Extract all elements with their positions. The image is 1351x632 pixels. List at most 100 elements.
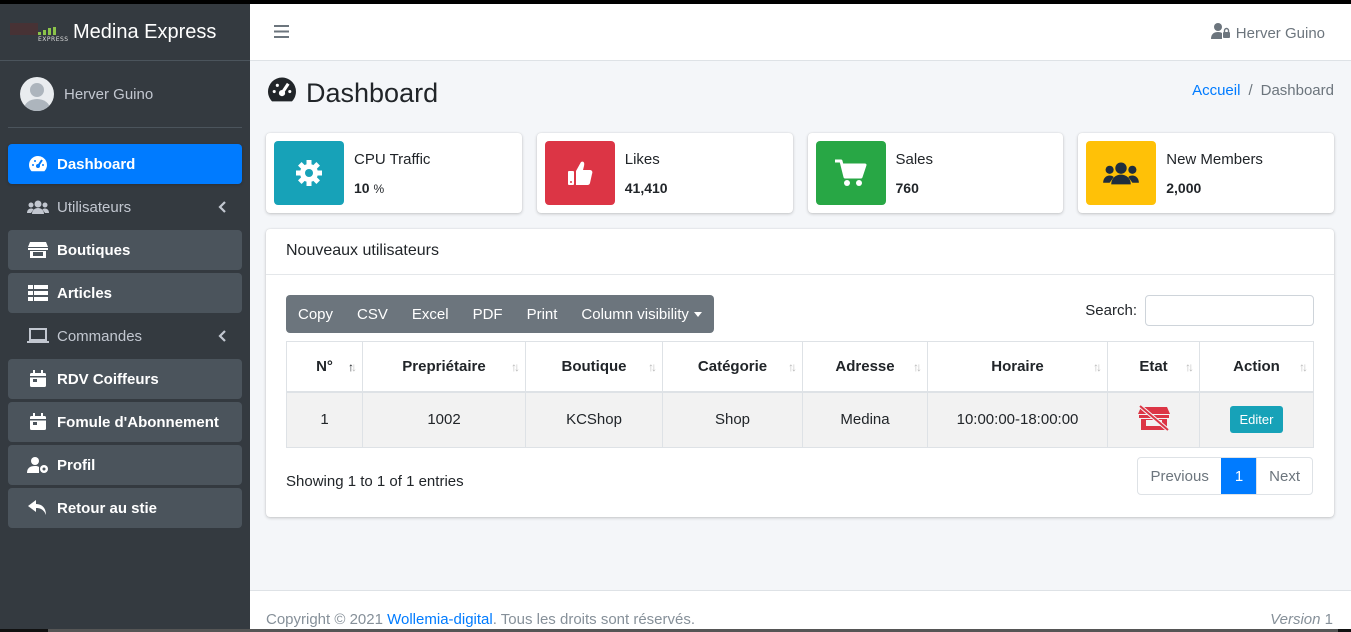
csv-button[interactable]: CSV — [345, 295, 400, 333]
breadcrumb: Accueil / Dashboard — [1192, 82, 1334, 99]
sidebar-item-commandes[interactable]: Commandes — [8, 316, 242, 356]
list-icon — [26, 283, 50, 303]
shopping-cart-icon — [815, 141, 886, 205]
sidebar-nav: Dashboard Utilisateurs Boutiques Article… — [0, 128, 250, 528]
column-header-category[interactable]: Catégorie ↑↓ — [662, 341, 803, 393]
cell-address: Medina — [802, 391, 928, 448]
chevron-left-icon — [218, 329, 226, 346]
cell-hours: 10:00:00-18:00:00 — [927, 391, 1108, 448]
user-lock-icon — [1210, 23, 1236, 43]
sort-icon: ↑↓ — [1299, 360, 1308, 374]
info-box-label: New Members — [1166, 150, 1263, 168]
sidebar-item-fomule-abonnement[interactable]: Fomule d'Abonnement — [8, 402, 242, 442]
excel-button[interactable]: Excel — [400, 295, 461, 333]
users-icon — [26, 197, 50, 217]
tachometer-icon — [266, 76, 306, 111]
user-name[interactable]: Herver Guino — [64, 86, 153, 103]
info-box-sales: Sales 760 — [807, 133, 1064, 213]
cell-action: Editer — [1199, 391, 1314, 448]
breadcrumb-link-accueil[interactable]: Accueil — [1192, 82, 1240, 99]
search-label: Search: — [1085, 302, 1137, 319]
search-input[interactable] — [1145, 295, 1314, 326]
info-box-value: 41,410 — [624, 179, 668, 196]
avatar — [20, 77, 54, 111]
header-user-menu[interactable]: Herver Guino — [1210, 23, 1325, 43]
sidebar-item-profil[interactable]: Profil — [8, 445, 242, 485]
column-header-action[interactable]: Action ↑↓ — [1199, 341, 1314, 393]
sidebar-item-boutiques[interactable]: Boutiques — [8, 230, 242, 270]
export-button-group: Copy CSV Excel PDF Print Column visibili… — [286, 295, 714, 333]
column-header-shop[interactable]: Boutique ↑↓ — [525, 341, 663, 393]
company-link[interactable]: Wollemia-digital — [387, 611, 493, 628]
info-box-cpu-traffic: CPU Traffic 10 % — [266, 133, 522, 213]
column-visibility-button[interactable]: Column visibility — [569, 295, 714, 333]
thumbs-up-icon — [544, 141, 615, 205]
store-closed-icon — [1137, 404, 1170, 435]
sidebar-item-retour[interactable]: Retour au stie — [8, 488, 242, 528]
previous-page-button[interactable]: Previous — [1138, 458, 1220, 494]
brand-name: Medina Express — [73, 20, 217, 43]
column-header-address[interactable]: Adresse ↑↓ — [802, 341, 928, 393]
info-box-value: 760 — [895, 179, 919, 196]
info-box-label: CPU Traffic — [354, 150, 431, 168]
store-icon — [26, 240, 50, 260]
window-top-strip — [0, 0, 1351, 4]
new-users-card: Nouveaux utilisateurs Copy CSV Excel PDF… — [266, 229, 1334, 517]
cell-shop: KCShop — [525, 391, 663, 448]
info-box-value: 10 % — [354, 179, 385, 196]
top-navbar: Herver Guino — [250, 4, 1351, 61]
calendar-icon — [26, 412, 50, 432]
sidebar-item-dashboard[interactable]: Dashboard — [8, 144, 242, 184]
cell-owner: 1002 — [362, 391, 526, 448]
sidebar-item-rdv-coiffeurs[interactable]: RDV Coiffeurs — [8, 359, 242, 399]
laptop-icon — [26, 326, 50, 346]
print-button[interactable]: Print — [515, 295, 570, 333]
sort-icon: ↑↓ — [913, 360, 922, 374]
column-header-num[interactable]: N° ↑↓ — [286, 341, 363, 393]
version-info: Version 1 — [1270, 611, 1333, 628]
gear-icon — [274, 141, 344, 205]
reply-icon — [26, 498, 50, 518]
sidebar-item-utilisateurs[interactable]: Utilisateurs — [8, 187, 242, 227]
content-header: Dashboard Accueil / Dashboard — [266, 76, 1334, 112]
user-cog-icon — [26, 455, 50, 475]
pdf-button[interactable]: PDF — [461, 295, 515, 333]
sort-icon: ↑↓ — [511, 360, 520, 374]
footer: Copyright © 2021 Wollemia-digital. Tous … — [250, 590, 1351, 632]
page-title: Dashboard — [266, 76, 438, 111]
info-box-new-members: New Members 2,000 — [1078, 133, 1334, 213]
page-1-button[interactable]: 1 — [1220, 458, 1257, 494]
sort-asc-icon: ↑↓ — [348, 360, 357, 374]
brand-link[interactable]: EXPRESS Medina Express — [0, 4, 250, 61]
breadcrumb-current: Dashboard — [1260, 82, 1334, 99]
sort-icon: ↑↓ — [788, 360, 797, 374]
cell-state — [1107, 391, 1200, 448]
sort-icon: ↑↓ — [1185, 360, 1194, 374]
copy-button[interactable]: Copy — [286, 295, 345, 333]
next-page-button[interactable]: Next — [1256, 458, 1312, 494]
tachometer-icon — [26, 154, 50, 174]
info-boxes: CPU Traffic 10 % Likes 41,410 Sales 760 … — [266, 133, 1334, 213]
column-header-state[interactable]: Etat ↑↓ — [1107, 341, 1200, 393]
calendar-icon — [26, 369, 50, 389]
table-header-row: N° ↑↓ Prepriétaire ↑↓ Boutique ↑↓ Catégorie… — [286, 341, 1314, 393]
table-search: Search: — [1085, 295, 1314, 326]
copyright: Copyright © 2021 Wollemia-digital. Tous … — [266, 611, 696, 628]
pagination: Previous 1 Next — [1137, 457, 1313, 495]
page-title-text: Dashboard — [306, 78, 439, 108]
column-header-owner[interactable]: Prepriétaire ↑↓ — [362, 341, 526, 393]
card-title: Nouveaux utilisateurs — [266, 229, 1334, 275]
edit-button[interactable]: Editer — [1229, 406, 1284, 434]
brand-logo: EXPRESS — [8, 21, 68, 43]
table-row: 1 1002 KCShop Shop Medina 10:00:00-18:00… — [286, 391, 1314, 448]
chevron-left-icon — [218, 200, 226, 217]
column-header-hours[interactable]: Horaire ↑↓ — [927, 341, 1108, 393]
users-table: N° ↑↓ Prepriétaire ↑↓ Boutique ↑↓ Catégorie… — [286, 341, 1314, 448]
info-box-likes: Likes 41,410 — [536, 133, 793, 213]
table-info: Showing 1 to 1 of 1 entries — [286, 473, 464, 490]
sidebar-item-articles[interactable]: Articles — [8, 273, 242, 313]
user-panel[interactable]: Herver Guino — [8, 61, 242, 128]
cell-num: 1 — [286, 391, 363, 448]
hamburger-menu-icon[interactable] — [274, 25, 289, 42]
info-box-value: 2,000 — [1166, 179, 1202, 196]
